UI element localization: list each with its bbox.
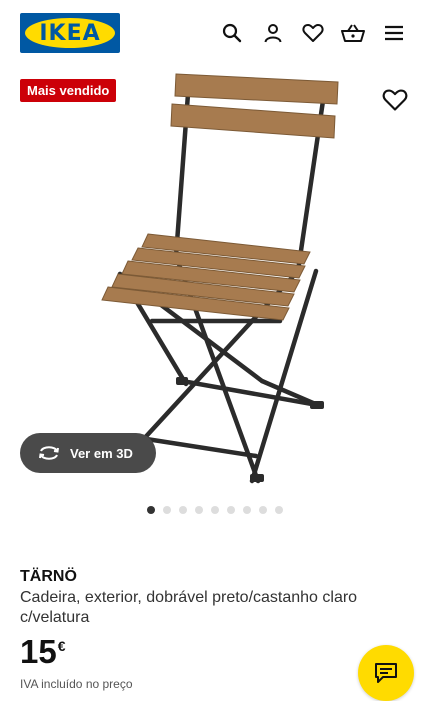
pagination-dot[interactable] [275,506,283,514]
logo-text: IKEA [39,20,101,46]
heart-icon [382,89,408,111]
view-in-3d-label: Ver em 3D [70,445,133,461]
price-currency: € [57,638,66,654]
product-price: 15€ [20,633,66,671]
top-bar: IKEA [0,0,435,64]
image-pagination [147,506,283,514]
pagination-dot[interactable] [147,506,155,514]
menu-icon[interactable] [381,20,407,46]
pagination-dot[interactable] [243,506,251,514]
search-icon[interactable] [219,20,245,46]
view-in-3d-button[interactable]: Ver em 3D [20,433,156,473]
heart-icon[interactable] [300,20,326,46]
pagination-dot[interactable] [227,506,235,514]
pagination-dot[interactable] [211,506,219,514]
basket-icon[interactable] [340,20,366,46]
pagination-dot[interactable] [195,506,203,514]
chat-icon [375,663,397,683]
product-description: Cadeira, exterior, dobrável preto/castan… [20,589,358,626]
user-icon[interactable] [260,20,286,46]
product-name: TÄRNÖ [20,568,77,585]
price-value: 15 [20,633,57,670]
pagination-dot[interactable] [163,506,171,514]
chat-button[interactable] [358,645,414,701]
logo-oval: IKEA [25,18,115,48]
pagination-dot[interactable] [259,506,267,514]
vat-note: IVA incluído no preço [20,677,133,691]
rotate-3d-icon [39,446,59,460]
product-image[interactable] [80,66,365,492]
pagination-dot[interactable] [179,506,187,514]
ikea-logo[interactable]: IKEA [20,13,120,53]
add-to-favourites-button[interactable] [382,88,408,114]
